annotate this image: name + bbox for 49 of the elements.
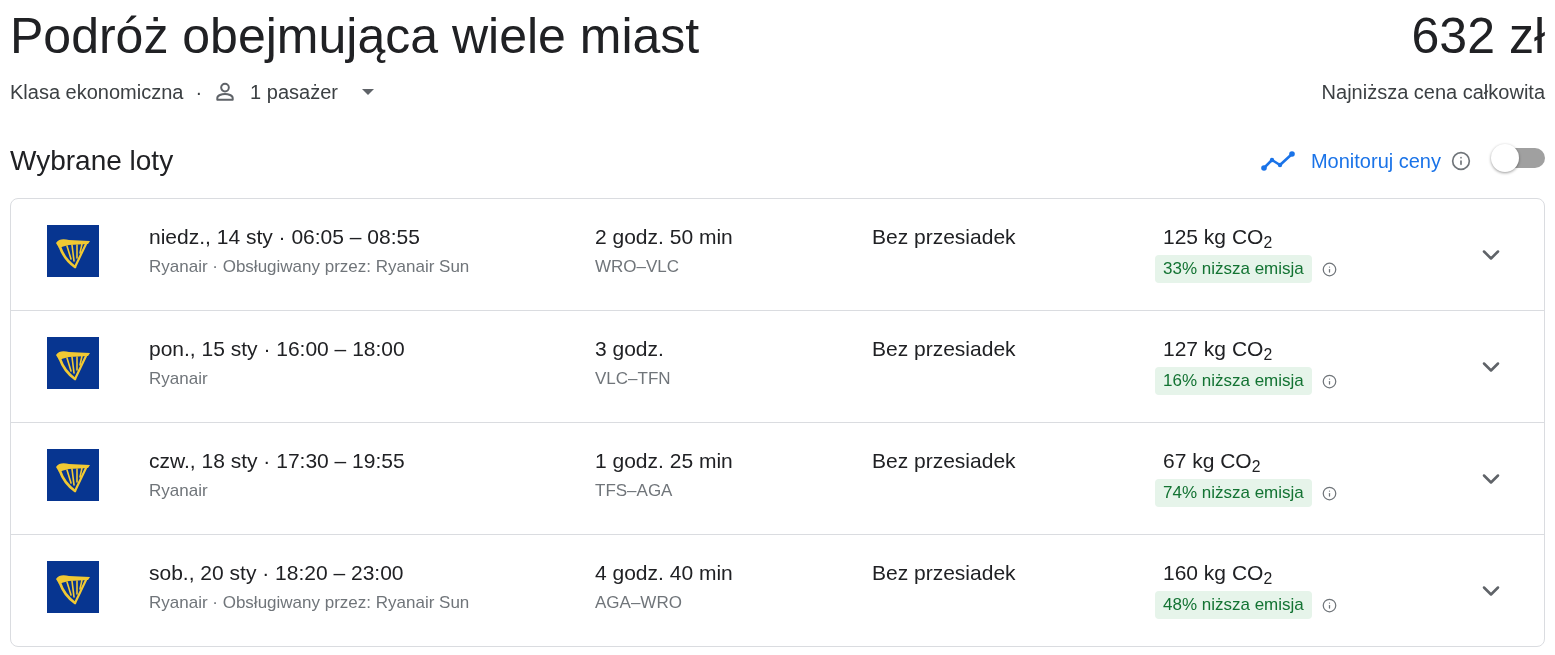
section-heading: Wybrane loty bbox=[10, 144, 174, 178]
emissions-badge: 48% niższa emisja bbox=[1155, 591, 1312, 619]
emissions-value: 125 kg CO$_{2}$ bbox=[1163, 225, 1273, 249]
stops-label: Bez przesiadek bbox=[872, 449, 1016, 473]
stops-label: Bez przesiadek bbox=[872, 561, 1016, 585]
harp-logo-icon bbox=[47, 337, 99, 389]
track-prices-toggle[interactable] bbox=[1491, 143, 1545, 172]
flight-route: WRO–VLC bbox=[595, 257, 680, 277]
emissions-badge: 16% niższa emisja bbox=[1155, 367, 1312, 395]
info-icon[interactable] bbox=[1321, 373, 1337, 389]
emissions-value: 160 kg CO$_{2}$ bbox=[1163, 561, 1273, 585]
emissions-badge: 74% niższa emisja bbox=[1155, 479, 1312, 507]
page-title: Podróż obejmująca wiele miast bbox=[10, 8, 700, 64]
harp-logo-icon bbox=[47, 561, 99, 613]
flight-route: TFS–AGA bbox=[595, 481, 673, 501]
flight-duration: 3 godz. bbox=[595, 337, 664, 361]
total-price: 632 zł bbox=[1411, 8, 1545, 64]
passengers-dropdown[interactable]: 1 pasażer bbox=[214, 74, 374, 110]
flight-schedule: pon., 15 sty · 16:00 – 18:00 bbox=[149, 337, 405, 361]
separator-dot: · bbox=[195, 80, 203, 105]
info-icon[interactable] bbox=[1451, 151, 1471, 171]
info-icon[interactable] bbox=[1321, 485, 1337, 501]
track-prices-link[interactable]: Monitoruj ceny bbox=[1310, 147, 1441, 175]
info-icon[interactable] bbox=[1321, 261, 1337, 277]
stops-label: Bez przesiadek bbox=[872, 225, 1016, 249]
flight-duration: 1 godz. 25 min bbox=[595, 449, 733, 473]
harp-logo-icon bbox=[47, 449, 99, 501]
flight-route: AGA–WRO bbox=[595, 593, 682, 613]
stops-label: Bez przesiadek bbox=[872, 337, 1016, 361]
person-icon bbox=[214, 81, 237, 103]
airline-name: Ryanair · Obsługiwany przez: Ryanair Sun bbox=[149, 257, 470, 277]
flight-schedule: niedz., 14 sty · 06:05 – 08:55 bbox=[149, 225, 420, 249]
cabin-class-label: Klasa ekonomiczna bbox=[10, 80, 184, 105]
flight-duration: 4 godz. 40 min bbox=[595, 561, 733, 585]
emissions-value: 127 kg CO$_{2}$ bbox=[1163, 337, 1273, 361]
flight-route: VLC–TFN bbox=[595, 369, 671, 389]
trend-line-icon bbox=[1260, 151, 1295, 171]
flight-schedule: czw., 18 sty · 17:30 – 19:55 bbox=[149, 449, 405, 473]
harp-logo-icon bbox=[47, 225, 99, 277]
caret-down-icon bbox=[361, 89, 374, 95]
flight-schedule: sob., 20 sty · 18:20 – 23:00 bbox=[149, 561, 404, 585]
airline-name: Ryanair · Obsługiwany przez: Ryanair Sun bbox=[149, 593, 470, 613]
emissions-badge: 33% niższa emisja bbox=[1155, 255, 1312, 283]
info-icon[interactable] bbox=[1321, 597, 1337, 613]
airline-name: Ryanair bbox=[149, 369, 208, 389]
emissions-value: 67 kg CO$_{2}$ bbox=[1163, 449, 1261, 473]
flight-duration: 2 godz. 50 min bbox=[595, 225, 733, 249]
airline-name: Ryanair bbox=[149, 481, 208, 501]
price-caption: Najniższa cena całkowita bbox=[1321, 80, 1545, 105]
